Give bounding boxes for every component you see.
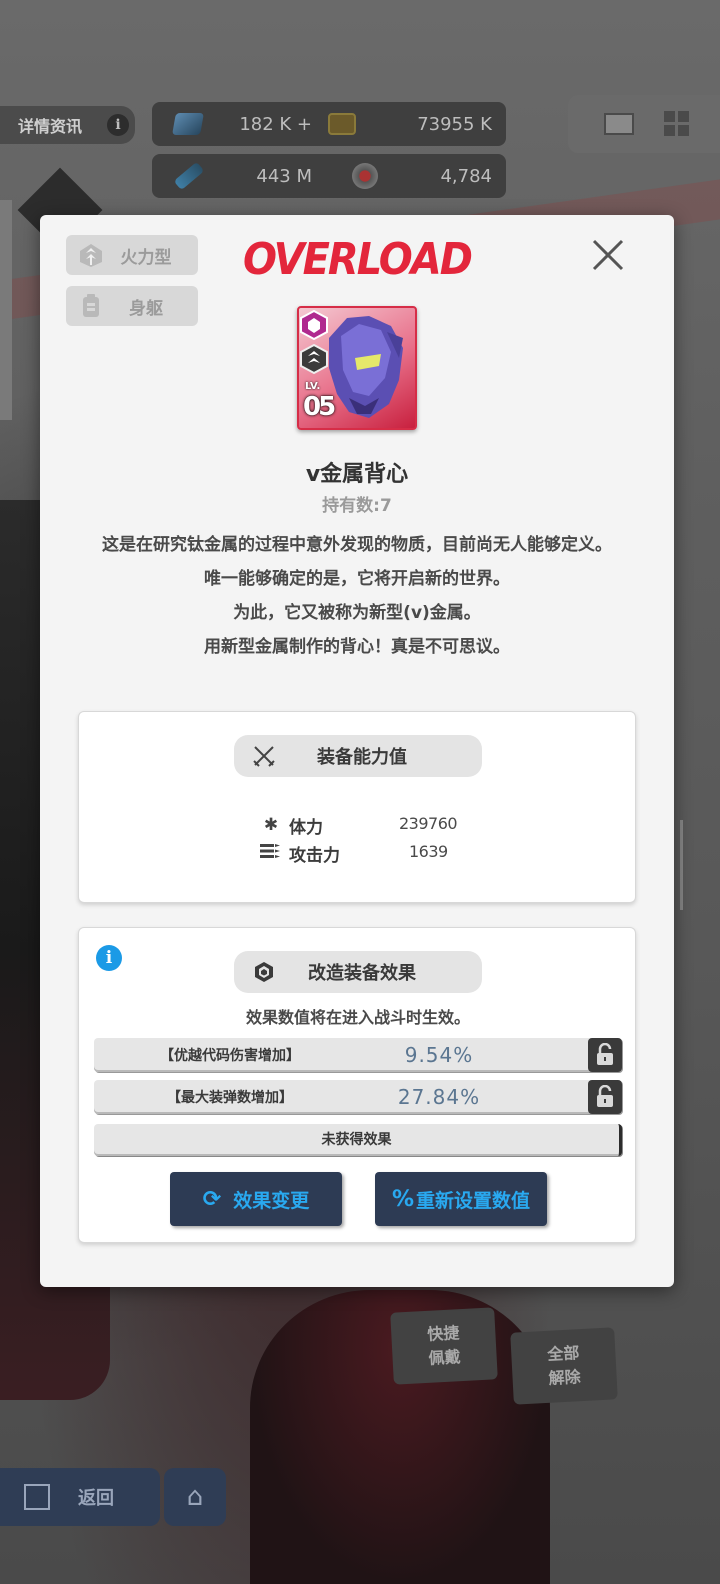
- bullets-icon: [259, 843, 283, 864]
- stat-value: 1639: [409, 842, 448, 861]
- effect-value: 9.54%: [404, 1043, 474, 1067]
- unlock-icon[interactable]: [588, 1080, 622, 1114]
- equipment-detail-modal: 火力型 身躯 OVERLOAD LV. 05 v金属背心 持有数:7 这是在研究…: [40, 215, 674, 1287]
- empty-effect-slot: 未获得效果: [94, 1124, 622, 1156]
- unequip-all-line2: 解除: [548, 1367, 582, 1388]
- effects-note: 效果数值将在进入战斗时生效。: [245, 1008, 470, 1027]
- level-value: 05: [303, 392, 336, 422]
- rarity-badge-icon: [300, 310, 328, 340]
- close-icon: [592, 239, 624, 271]
- refresh-icon: ⟳: [202, 1186, 222, 1212]
- stat-label: 攻击力: [289, 845, 340, 866]
- slot-tag: 身躯: [66, 286, 198, 326]
- core-orb-icon: [352, 163, 378, 189]
- effects-panel-title: 改造装备效果: [234, 951, 482, 993]
- change-effect-label: 效果变更: [233, 1189, 310, 1212]
- percent-icon: %: [391, 1186, 415, 1212]
- credit-value: 73955 K: [417, 113, 492, 135]
- body-armor-icon: [83, 294, 99, 317]
- modification-effects-panel: i 改造装备效果 效果数值将在进入战斗时生效。 【优越代码伤害增加】 9.54%: [78, 927, 636, 1243]
- back-label: 返回: [78, 1488, 114, 1509]
- description-line: 这是在研究钛金属的过程中意外发现的物质，目前尚无人能够定义。: [102, 535, 612, 555]
- description-line: 为此，它又被称为新型(v)金属。: [233, 603, 481, 623]
- top-right-menu: [568, 95, 720, 153]
- unlock-icon[interactable]: [588, 1038, 622, 1072]
- item-count: 持有数:7: [322, 496, 392, 516]
- item-card: LV. 05: [297, 306, 417, 430]
- gem-value: 182 K +: [239, 113, 312, 135]
- quick-equip-button[interactable]: 快捷 佩戴: [390, 1307, 498, 1385]
- class-badge-icon: [300, 344, 328, 374]
- asterisk-icon: ✱: [263, 815, 279, 835]
- battery-icon: [173, 161, 205, 191]
- effect-row[interactable]: 【最大装弹数增加】 27.84%: [94, 1080, 622, 1114]
- effect-name: 【优越代码伤害增加】: [160, 1048, 300, 1064]
- info-icon: i: [107, 114, 129, 136]
- change-effect-button[interactable]: ⟳ 效果变更: [170, 1172, 342, 1226]
- credit-card-icon: [328, 113, 356, 135]
- detail-info-label: 详情资讯: [18, 117, 83, 136]
- stats-panel-title-label: 装备能力值: [317, 747, 407, 768]
- stat-row-hp: ✱ 体力: [259, 812, 323, 838]
- exit-door-icon: [24, 1484, 50, 1510]
- stats-panel-title: 装备能力值: [234, 735, 482, 777]
- left-edge-panel: [0, 200, 12, 420]
- stat-row-attack: 攻击力: [259, 840, 340, 866]
- item-description: 这是在研究钛金属的过程中意外发现的物质，目前尚无人能够定义。 唯一能够确定的是，…: [76, 528, 638, 664]
- battery-value: 443 M: [256, 165, 312, 187]
- mail-icon[interactable]: [604, 113, 634, 135]
- unequip-all-button[interactable]: 全部 解除: [510, 1327, 618, 1405]
- effect-name: 【最大装弹数增加】: [167, 1090, 293, 1106]
- unequip-all-line1: 全部: [546, 1343, 580, 1364]
- background-next-arrow: [680, 820, 720, 910]
- back-button[interactable]: 返回: [0, 1468, 160, 1526]
- info-icon[interactable]: i: [96, 945, 122, 971]
- crossed-swords-icon: [253, 746, 275, 767]
- stat-label: 体力: [289, 817, 323, 838]
- description-line: 唯一能够确定的是，它将开启新的世界。: [204, 569, 510, 589]
- description-line: 用新型金属制作的背心！真是不可思议。: [204, 637, 510, 657]
- detail-info-button[interactable]: 详情资讯 i: [0, 106, 135, 144]
- item-name: v金属背心: [305, 462, 409, 487]
- core-value: 4,784: [440, 165, 492, 187]
- reset-values-button[interactable]: % 重新设置数值: [375, 1172, 547, 1226]
- quick-equip-line1: 快捷: [426, 1323, 460, 1344]
- reset-values-label: 重新设置数值: [416, 1189, 531, 1212]
- slot-tag-label: 身躯: [129, 298, 163, 319]
- home-icon: ⌂: [186, 1482, 204, 1512]
- cube-module-icon: [255, 962, 273, 982]
- home-button[interactable]: ⌂: [164, 1468, 226, 1526]
- manufacturer-logo: OVERLOAD: [243, 235, 473, 285]
- grid-menu-icon[interactable]: [664, 111, 690, 137]
- resource-bar-bottom: 443 M 4,784: [152, 154, 506, 198]
- resource-bar-top: 182 K + 73955 K: [152, 102, 506, 146]
- level-label: LV.: [305, 381, 321, 392]
- quick-equip-line2: 佩戴: [428, 1347, 462, 1368]
- effects-panel-title-label: 改造装备效果: [308, 963, 416, 984]
- effect-row[interactable]: 【优越代码伤害增加】 9.54%: [94, 1038, 622, 1072]
- equipment-stats-panel: 装备能力值 ✱ 体力 239760 攻击力 1639: [78, 711, 636, 903]
- stat-value: 239760: [399, 814, 458, 833]
- close-button[interactable]: [586, 233, 630, 277]
- gem-icon: [172, 113, 204, 135]
- effect-value: 27.84%: [397, 1085, 481, 1109]
